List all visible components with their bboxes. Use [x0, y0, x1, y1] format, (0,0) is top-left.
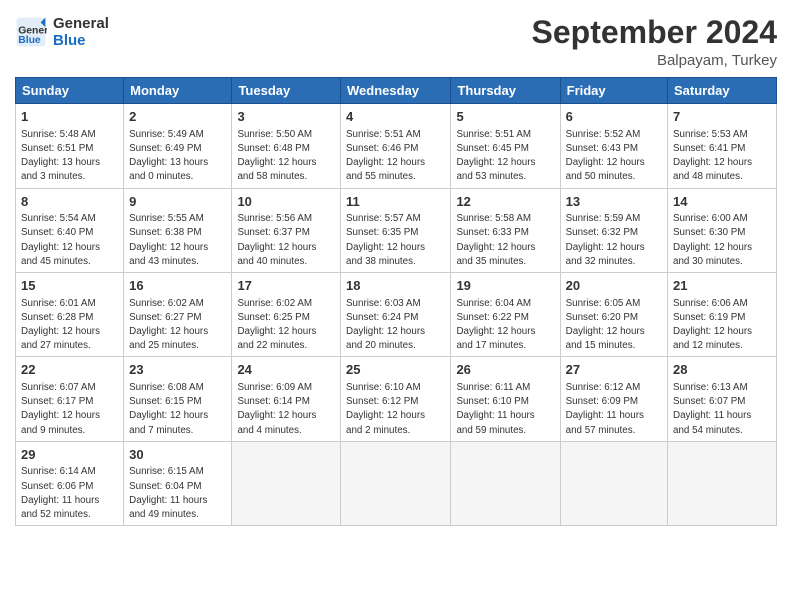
day-cell-empty	[451, 441, 560, 525]
col-saturday: Saturday	[668, 78, 777, 104]
day-cell-19: 19 Sunrise: 6:04 AMSunset: 6:22 PMDaylig…	[451, 273, 560, 357]
day-cell-30: 30 Sunrise: 6:15 AMSunset: 6:04 PMDaylig…	[124, 441, 232, 525]
table-row: 1 Sunrise: 5:48 AMSunset: 6:51 PMDayligh…	[16, 104, 777, 188]
col-monday: Monday	[124, 78, 232, 104]
location-subtitle: Balpayam, Turkey	[532, 52, 777, 69]
day-cell-22: 22 Sunrise: 6:07 AMSunset: 6:17 PMDaylig…	[16, 357, 124, 441]
day-cell-12: 12 Sunrise: 5:58 AMSunset: 6:33 PMDaylig…	[451, 188, 560, 272]
day-cell-empty	[232, 441, 341, 525]
day-cell-8: 8 Sunrise: 5:54 AMSunset: 6:40 PMDayligh…	[16, 188, 124, 272]
day-cell-23: 23 Sunrise: 6:08 AMSunset: 6:15 PMDaylig…	[124, 357, 232, 441]
svg-text:Blue: Blue	[18, 35, 41, 46]
table-row: 15 Sunrise: 6:01 AMSunset: 6:28 PMDaylig…	[16, 273, 777, 357]
day-cell-24: 24 Sunrise: 6:09 AMSunset: 6:14 PMDaylig…	[232, 357, 341, 441]
day-cell-15: 15 Sunrise: 6:01 AMSunset: 6:28 PMDaylig…	[16, 273, 124, 357]
day-cell-28: 28 Sunrise: 6:13 AMSunset: 6:07 PMDaylig…	[668, 357, 777, 441]
day-cell-2: 2 Sunrise: 5:49 AMSunset: 6:49 PMDayligh…	[124, 104, 232, 188]
logo-general: General	[53, 15, 109, 32]
day-cell-26: 26 Sunrise: 6:11 AMSunset: 6:10 PMDaylig…	[451, 357, 560, 441]
day-cell-7: 7 Sunrise: 5:53 AMSunset: 6:41 PMDayligh…	[668, 104, 777, 188]
day-cell-20: 20 Sunrise: 6:05 AMSunset: 6:20 PMDaylig…	[560, 273, 667, 357]
day-cell-10: 10 Sunrise: 5:56 AMSunset: 6:37 PMDaylig…	[232, 188, 341, 272]
day-cell-18: 18 Sunrise: 6:03 AMSunset: 6:24 PMDaylig…	[341, 273, 451, 357]
logo-icon: General Blue	[15, 16, 47, 48]
calendar-page: General Blue General Blue September 2024…	[0, 0, 792, 612]
day-cell-11: 11 Sunrise: 5:57 AMSunset: 6:35 PMDaylig…	[341, 188, 451, 272]
day-cell-17: 17 Sunrise: 6:02 AMSunset: 6:25 PMDaylig…	[232, 273, 341, 357]
day-cell-14: 14 Sunrise: 6:00 AMSunset: 6:30 PMDaylig…	[668, 188, 777, 272]
day-cell-25: 25 Sunrise: 6:10 AMSunset: 6:12 PMDaylig…	[341, 357, 451, 441]
day-cell-29: 29 Sunrise: 6:14 AMSunset: 6:06 PMDaylig…	[16, 441, 124, 525]
calendar-table: Sunday Monday Tuesday Wednesday Thursday…	[15, 77, 777, 526]
col-sunday: Sunday	[16, 78, 124, 104]
header: General Blue General Blue September 2024…	[15, 15, 777, 69]
col-tuesday: Tuesday	[232, 78, 341, 104]
day-cell-6: 6 Sunrise: 5:52 AMSunset: 6:43 PMDayligh…	[560, 104, 667, 188]
col-thursday: Thursday	[451, 78, 560, 104]
calendar-header-row: Sunday Monday Tuesday Wednesday Thursday…	[16, 78, 777, 104]
day-cell-9: 9 Sunrise: 5:55 AMSunset: 6:38 PMDayligh…	[124, 188, 232, 272]
day-cell-empty	[668, 441, 777, 525]
table-row: 29 Sunrise: 6:14 AMSunset: 6:06 PMDaylig…	[16, 441, 777, 525]
day-cell-3: 3 Sunrise: 5:50 AMSunset: 6:48 PMDayligh…	[232, 104, 341, 188]
day-cell-4: 4 Sunrise: 5:51 AMSunset: 6:46 PMDayligh…	[341, 104, 451, 188]
day-cell-1: 1 Sunrise: 5:48 AMSunset: 6:51 PMDayligh…	[16, 104, 124, 188]
month-title: September 2024	[532, 15, 777, 50]
col-friday: Friday	[560, 78, 667, 104]
logo-blue: Blue	[53, 32, 109, 49]
title-block: September 2024 Balpayam, Turkey	[532, 15, 777, 69]
day-cell-21: 21 Sunrise: 6:06 AMSunset: 6:19 PMDaylig…	[668, 273, 777, 357]
logo: General Blue General Blue	[15, 15, 109, 49]
day-cell-empty	[560, 441, 667, 525]
day-cell-empty	[341, 441, 451, 525]
day-cell-16: 16 Sunrise: 6:02 AMSunset: 6:27 PMDaylig…	[124, 273, 232, 357]
col-wednesday: Wednesday	[341, 78, 451, 104]
day-cell-27: 27 Sunrise: 6:12 AMSunset: 6:09 PMDaylig…	[560, 357, 667, 441]
table-row: 8 Sunrise: 5:54 AMSunset: 6:40 PMDayligh…	[16, 188, 777, 272]
day-cell-5: 5 Sunrise: 5:51 AMSunset: 6:45 PMDayligh…	[451, 104, 560, 188]
table-row: 22 Sunrise: 6:07 AMSunset: 6:17 PMDaylig…	[16, 357, 777, 441]
day-cell-13: 13 Sunrise: 5:59 AMSunset: 6:32 PMDaylig…	[560, 188, 667, 272]
